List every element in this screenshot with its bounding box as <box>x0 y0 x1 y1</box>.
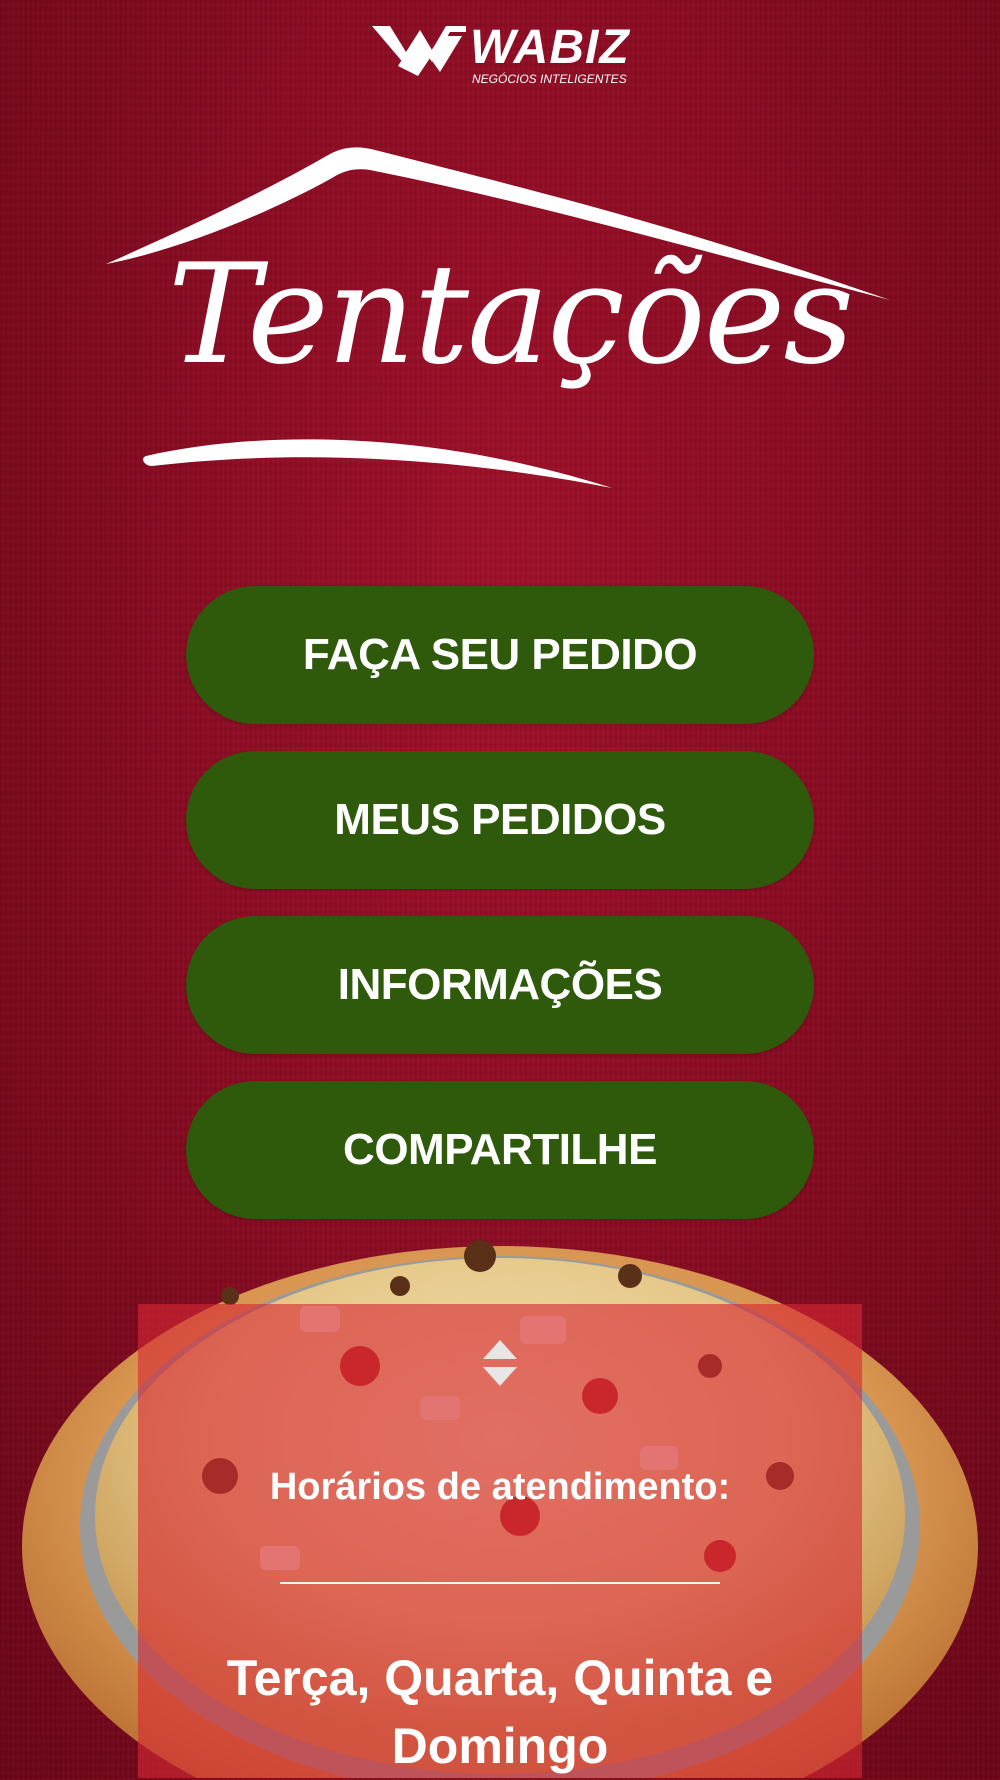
information-button[interactable]: INFORMAÇÕES <box>186 916 814 1054</box>
opening-hours-panel: Horários de atendimento: Terça, Quarta, … <box>138 1304 862 1778</box>
sort-up-down-icon[interactable] <box>480 1338 520 1388</box>
main-menu: FAÇA SEU PEDIDO MEUS PEDIDOS INFORMAÇÕES… <box>186 586 814 1246</box>
my-orders-button[interactable]: MEUS PEDIDOS <box>186 751 814 889</box>
wabiz-logo-icon <box>372 26 466 76</box>
opening-days: Terça, Quarta, Quinta e Domingo <box>226 1650 774 1774</box>
brand-tagline: NEGÓCIOS INTELIGENTES <box>472 72 627 86</box>
opening-hours-title: Horários de atendimento: <box>269 1466 731 1508</box>
divider <box>280 1582 720 1584</box>
order-button[interactable]: FAÇA SEU PEDIDO <box>186 586 814 724</box>
wabiz-brand: WABIZ NEGÓCIOS INTELIGENTES <box>372 21 630 86</box>
restaurant-name: Tentações <box>167 234 854 395</box>
restaurant-logo: Tentações <box>100 140 900 500</box>
share-button[interactable]: COMPARTILHE <box>186 1081 814 1219</box>
brand-name: WABIZ <box>470 21 630 74</box>
